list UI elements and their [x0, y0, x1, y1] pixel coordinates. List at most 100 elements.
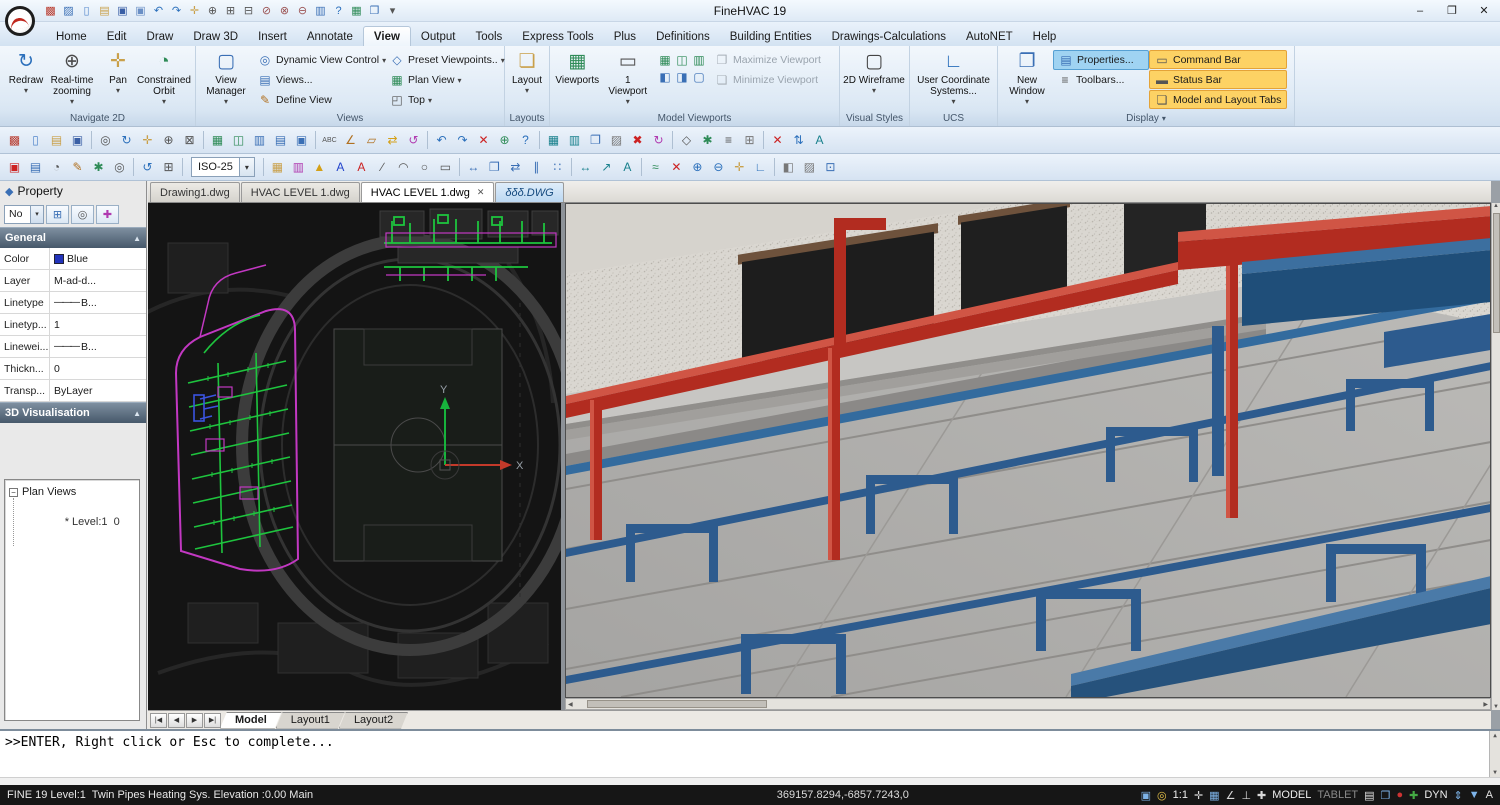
redraw-button[interactable]: ↻Redraw▾: [3, 48, 49, 110]
last-layout-button[interactable]: ▶|: [204, 713, 221, 728]
grid-icon[interactable]: ▦: [1209, 789, 1219, 802]
osnap-marker-icon[interactable]: ◇: [676, 130, 697, 151]
zoom-in-icon[interactable]: ⊕: [687, 157, 708, 178]
toolbars-button[interactable]: ≡Toolbars...: [1053, 70, 1149, 90]
layout-preview-icon[interactable]: ❐: [1381, 789, 1391, 802]
close-tab-icon[interactable]: ✕: [477, 187, 485, 198]
move-icon[interactable]: ↔: [463, 157, 484, 178]
ribbon-tab-draw-3d[interactable]: Draw 3D: [183, 27, 248, 46]
layout-tab-model[interactable]: Model: [220, 712, 282, 729]
redo-icon[interactable]: ↷: [168, 2, 185, 19]
arrows-up-icon[interactable]: ⇅: [788, 130, 809, 151]
offset-icon[interactable]: ∥: [526, 157, 547, 178]
document-tab[interactable]: HVAC LEVEL 1.dwg: [241, 182, 360, 202]
ribbon-tab-edit[interactable]: Edit: [97, 27, 137, 46]
spell-check-icon[interactable]: ABC: [319, 130, 340, 151]
horizontal-scrollbar[interactable]: [565, 698, 1491, 710]
views-dialog-button[interactable]: ▤Views...: [253, 70, 385, 90]
ribbon-tab-definitions[interactable]: Definitions: [646, 27, 720, 46]
property-row[interactable]: Linetype———B...: [0, 292, 146, 314]
format-painter-icon[interactable]: ▣: [4, 157, 25, 178]
zoom-previous-icon[interactable]: ⊟: [240, 2, 257, 19]
selection-filter-combobox[interactable]: No ▾: [4, 205, 44, 224]
viewport-config-2-icon[interactable]: ◫: [674, 52, 690, 68]
erase-red-icon[interactable]: ✕: [473, 130, 494, 151]
ribbon-tab-home[interactable]: Home: [46, 27, 97, 46]
ribbon-tab-help[interactable]: Help: [1023, 27, 1067, 46]
top-view-button[interactable]: ◰Top▾: [385, 90, 501, 110]
scrollbar-thumb[interactable]: [587, 700, 767, 708]
list-view-icon[interactable]: ≡: [718, 130, 739, 151]
scrollbar-thumb[interactable]: [1493, 213, 1500, 333]
tablet-toggle[interactable]: TABLET: [1317, 789, 1358, 801]
snap-target-icon[interactable]: ◎: [109, 157, 130, 178]
toggle-pickadd-button[interactable]: ✚: [96, 205, 119, 224]
compass-icon[interactable]: ◔: [46, 157, 67, 178]
viewport-scale-toggle[interactable]: 1:1: [1173, 789, 1188, 801]
viewport-2d-plan[interactable]: Y X: [148, 203, 561, 710]
view-manager-button[interactable]: ▢ View Manager ▾: [199, 48, 253, 110]
constrained-orbit-button[interactable]: ◔Constrained Orbit▾: [141, 48, 187, 110]
materials-icon[interactable]: ▨: [799, 157, 820, 178]
image-attach-icon[interactable]: ▨: [606, 130, 627, 151]
command-scrollbar[interactable]: [1489, 731, 1500, 777]
annotation-visibility-icon[interactable]: A: [1486, 789, 1493, 801]
ribbon-tab-express-tools[interactable]: Express Tools: [512, 27, 603, 46]
define-view-button[interactable]: ✎Define View: [253, 90, 385, 110]
mirror-icon[interactable]: ⇄: [505, 157, 526, 178]
circle-icon[interactable]: ○: [414, 157, 435, 178]
zoom-icon[interactable]: ⊕: [158, 130, 179, 151]
object-snap-icon[interactable]: ◎: [95, 130, 116, 151]
realtime-zooming-button[interactable]: ⊕Real-time zooming▾: [49, 48, 95, 110]
zoom-out-icon[interactable]: ⊖: [708, 157, 729, 178]
ribbon-tab-drawings-calculations[interactable]: Drawings-Calculations: [822, 27, 956, 46]
arc-icon[interactable]: ◠: [393, 157, 414, 178]
undo-icon[interactable]: ↶: [150, 2, 167, 19]
dynamic-input-toggle[interactable]: DYN: [1424, 789, 1447, 801]
model-space-toggle[interactable]: MODEL: [1272, 789, 1311, 801]
maximize-button[interactable]: ❐: [1436, 0, 1468, 22]
table-teal-icon[interactable]: ▦: [543, 130, 564, 151]
tile-vertical-icon[interactable]: ▤: [270, 130, 291, 151]
2d-plan-canvas[interactable]: Y X: [148, 203, 561, 710]
next-layout-button[interactable]: ▶: [186, 713, 203, 728]
no-entry-3-icon[interactable]: ⊖: [294, 2, 311, 19]
viewport-3d-model[interactable]: [565, 203, 1491, 698]
polar-tracking-icon[interactable]: ∠: [1226, 789, 1236, 802]
zoom-object-icon[interactable]: ⊞: [158, 157, 179, 178]
no-entry-1-icon[interactable]: ⊘: [258, 2, 275, 19]
ribbon-tab-plus[interactable]: Plus: [604, 27, 646, 46]
close-button[interactable]: ✕: [1468, 0, 1500, 22]
section-header-general[interactable]: General ▲: [0, 227, 146, 248]
property-value[interactable]: M-ad-d...: [50, 270, 146, 291]
prev-layout-button[interactable]: ◀: [168, 713, 185, 728]
app-logo-button[interactable]: [5, 6, 35, 36]
2d-wireframe-button[interactable]: ▢ 2D Wireframe ▾: [843, 48, 905, 110]
zoom-extents-icon[interactable]: ⊠: [179, 130, 200, 151]
leader-icon[interactable]: ↗: [596, 157, 617, 178]
make-layer-icon[interactable]: ▥: [288, 157, 309, 178]
match-properties-icon[interactable]: ≈: [645, 157, 666, 178]
ribbon-tab-view[interactable]: View: [363, 26, 411, 46]
layout-tab-layout2[interactable]: Layout2: [339, 712, 408, 729]
ribbon-tab-annotate[interactable]: Annotate: [297, 27, 363, 46]
calculator-icon[interactable]: ⊞: [739, 130, 760, 151]
vertical-scrollbar[interactable]: [1491, 203, 1500, 710]
open-icon[interactable]: ▤: [46, 130, 67, 151]
plan-view-button[interactable]: ▦Plan View▾: [385, 70, 501, 90]
property-value[interactable]: ———B...: [50, 292, 146, 313]
bld-open-icon[interactable]: ▨: [60, 2, 77, 19]
sheet-icon[interactable]: ▤: [1364, 789, 1374, 802]
rectangle-icon[interactable]: ▭: [435, 157, 456, 178]
user-coordinate-systems-button[interactable]: ∟ User Coordinate Systems... ▾: [913, 48, 994, 110]
bld-icon[interactable]: ▩: [4, 130, 25, 151]
property-value[interactable]: ByLayer: [50, 380, 146, 401]
tile-horizontal-icon[interactable]: ▥: [249, 130, 270, 151]
document-tab[interactable]: HVAC LEVEL 1.dwg✕: [361, 182, 495, 202]
command-line-panel[interactable]: >>ENTER, Right click or Esc to complete.…: [0, 729, 1500, 777]
viewport-config-6-icon[interactable]: ▢: [691, 69, 707, 85]
add-green-icon[interactable]: ⊕: [494, 130, 515, 151]
new-window-button[interactable]: ❐ New Window ▾: [1001, 48, 1053, 110]
section-header-3d-visualisation[interactable]: 3D Visualisation ▲: [0, 402, 146, 423]
record-icon[interactable]: ●: [1396, 789, 1403, 801]
